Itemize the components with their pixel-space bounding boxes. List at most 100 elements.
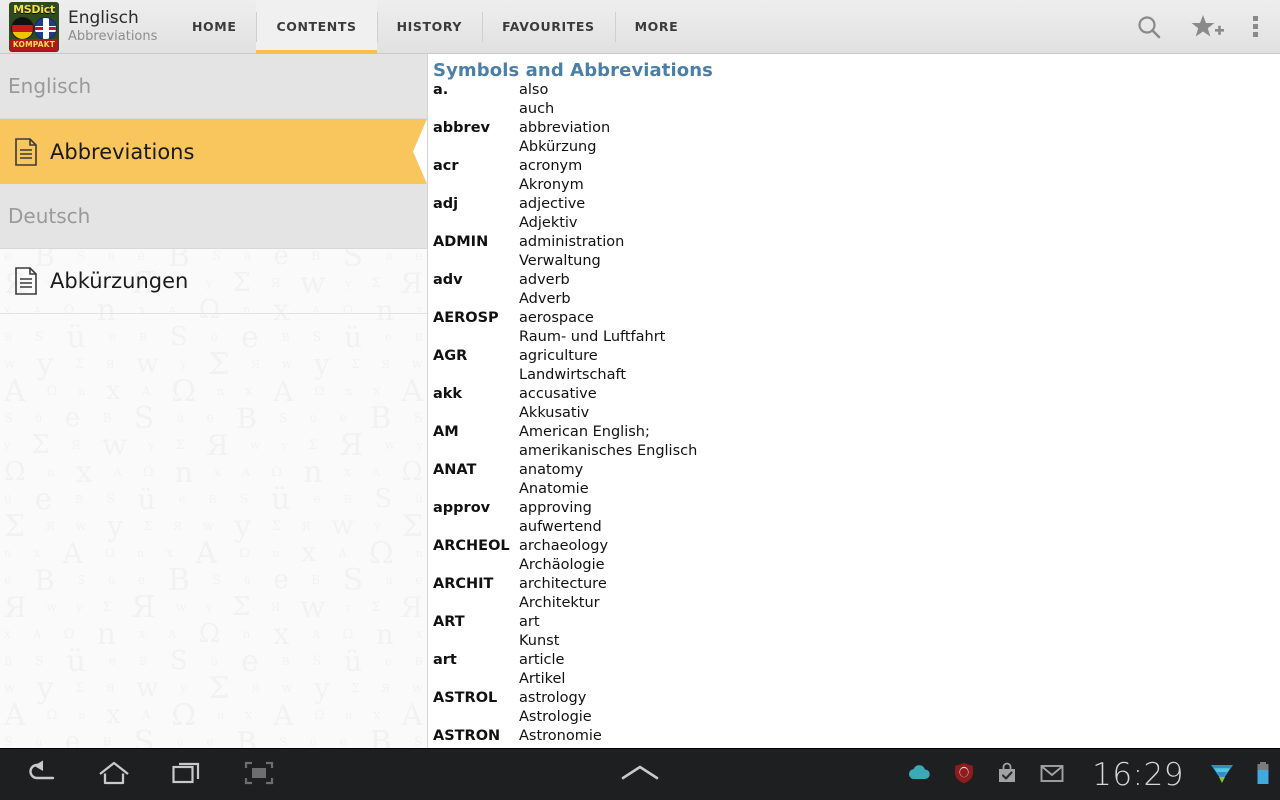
entry-term: also [519,82,548,98]
entry-row[interactable]: acracronym [433,158,1280,177]
tab-home[interactable]: HOME [172,0,256,54]
entry-term: Astronomie [519,728,602,744]
entry-abbreviation: akk [433,386,519,402]
entry-abbreviation: a. [433,82,519,98]
uk-flag-icon [34,17,57,40]
sidebar-list: Englisch Abbreviations [0,54,427,314]
entry-term: abbreviation [519,120,610,136]
cloud-sync-icon[interactable] [906,763,932,787]
entry-row[interactable]: abbrevabbreviation [433,120,1280,139]
sidebar-group-deutsch: Deutsch [0,184,427,249]
entry-row[interactable]: advadverb [433,272,1280,291]
logo-kompakt-banner: KOMPAKT [10,39,58,51]
entry-row[interactable]: AMAmerican English; [433,424,1280,443]
entry-translation: Akronym [433,177,1280,196]
msdict-logo: MSDict KOMPAKT [9,2,59,52]
header-actions [1135,13,1280,41]
selection-arrow-icon [413,119,427,184]
back-button[interactable] [26,760,56,790]
brand-block: MSDict KOMPAKT Englisch Abbreviations [0,2,172,52]
entry-row[interactable]: a.also [433,82,1280,101]
overflow-menu-icon[interactable] [1253,16,1258,37]
entry-abbreviation: AM [433,424,519,440]
app-subtitle: Abbreviations [68,30,157,44]
security-shield-icon[interactable] [954,762,974,788]
entry-translation: Artikel [433,671,1280,690]
entry-term: astrology [519,690,586,706]
entry-row[interactable]: AGRagriculture [433,348,1280,367]
document-icon [14,138,38,166]
entry-row[interactable]: ARCHEOLarchaeology [433,538,1280,557]
entry-translation: Verwaltung [433,253,1280,272]
tab-history[interactable]: HISTORY [377,0,482,54]
entry-term: aerospace [519,310,594,326]
battery-icon[interactable] [1256,761,1270,789]
entry-abbreviation: ASTROL [433,690,519,706]
entry-list: a.alsoauchabbrevabbreviationAbkürzungacr… [433,82,1280,747]
entry-term: adverb [519,272,570,288]
screenshot-button[interactable] [244,760,274,790]
sidebar-group-label: Englisch [8,74,91,98]
sidebar-item-abbreviations[interactable]: Abbreviations [0,119,427,184]
gmail-icon[interactable] [1040,763,1064,787]
entry-translation: auch [433,101,1280,120]
entry-row[interactable]: ASTRONAstronomie [433,728,1280,747]
entry-term: art [519,614,540,630]
entry-term: article [519,652,564,668]
entry-row[interactable]: ANATanatomy [433,462,1280,481]
entry-row[interactable]: ARTart [433,614,1280,633]
entry-abbreviation: adv [433,272,519,288]
entry-abbreviation: ARCHEOL [433,538,519,554]
entry-row[interactable]: ARCHITarchitecture [433,576,1280,595]
entry-row[interactable]: adjadjective [433,196,1280,215]
sidebar-group-label: Deutsch [8,204,90,228]
contents-sidebar: AΩnxAΩnxAΩnxASüeBSüeBSüeBSyΣЯwyΣЯwyΣЯwyΩ… [0,54,427,748]
entry-row[interactable]: ADMINadministration [433,234,1280,253]
recent-apps-button[interactable] [172,760,202,790]
sidebar-item-label: Abbreviations [50,140,194,164]
entry-term: approving [519,500,592,516]
entry-term: agriculture [519,348,598,364]
app-title: Englisch [68,10,157,28]
entry-abbreviation: adj [433,196,519,212]
sidebar-item-abkuerzungen[interactable]: Abkürzungen [0,249,427,314]
app-root: MSDict KOMPAKT Englisch Abbreviations HO… [0,0,1280,800]
entry-term: acronym [519,158,582,174]
entry-abbreviation: ANAT [433,462,519,478]
entry-term: archaeology [519,538,608,554]
entry-row[interactable]: ASTROLastrology [433,690,1280,709]
add-favourite-icon[interactable] [1191,13,1225,41]
entry-translation: Abkürzung [433,139,1280,158]
tab-favourites[interactable]: FAVOURITES [482,0,615,54]
home-button[interactable] [98,760,130,790]
entry-abbreviation: ART [433,614,519,630]
entry-row[interactable]: approvapproving [433,500,1280,519]
wifi-icon[interactable] [1210,761,1234,789]
app-header: MSDict KOMPAKT Englisch Abbreviations HO… [0,0,1280,54]
entry-translation: Architektur [433,595,1280,614]
entry-row[interactable]: AEROSPaerospace [433,310,1280,329]
tab-more[interactable]: MORE [615,0,699,54]
entry-term: anatomy [519,462,583,478]
entry-abbreviation: ASTRON [433,728,519,744]
system-navigation-bar: 16:29 [0,748,1280,800]
entry-row[interactable]: akkaccusative [433,386,1280,405]
entry-term: architecture [519,576,607,592]
entry-translation: Adverb [433,291,1280,310]
tab-contents[interactable]: CONTENTS [256,0,376,54]
entry-translation: Adjektiv [433,215,1280,234]
app-title-block: Englisch Abbreviations [68,10,157,43]
expand-handle[interactable] [617,762,663,788]
entry-abbreviation: ADMIN [433,234,519,250]
content-pane[interactable]: Symbols and Abbreviations a.alsoauchabbr… [427,54,1280,748]
entry-translation: Kunst [433,633,1280,652]
entry-abbreviation: approv [433,500,519,516]
entry-term: adjective [519,196,585,212]
play-store-icon[interactable] [996,762,1018,788]
tab-bar: HOME CONTENTS HISTORY FAVOURITES MORE [172,0,698,54]
entry-translation: Anatomie [433,481,1280,500]
entry-row[interactable]: artarticle [433,652,1280,671]
entry-translation: Archäologie [433,557,1280,576]
german-flag-icon [11,17,34,40]
search-icon[interactable] [1135,13,1163,41]
